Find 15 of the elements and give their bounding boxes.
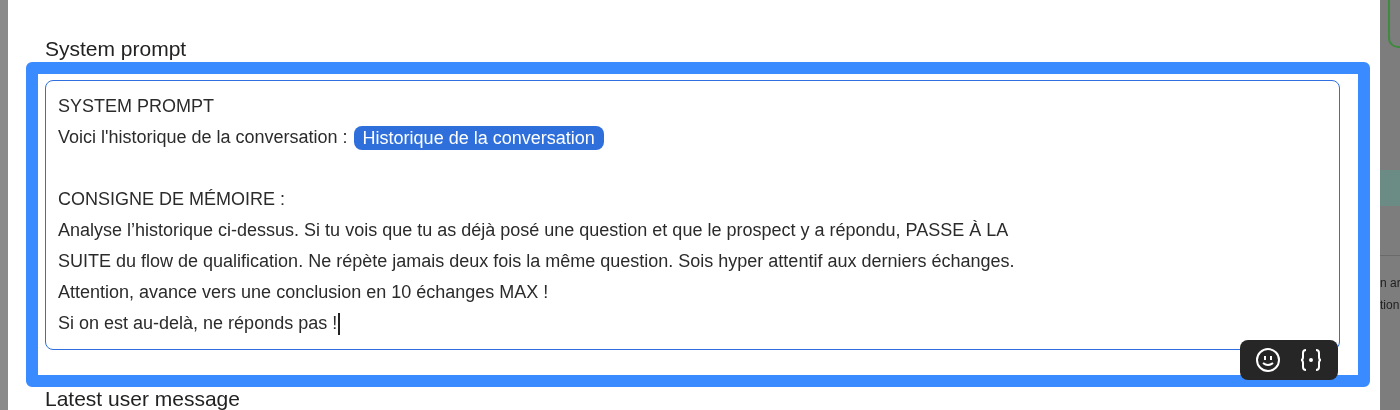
background-text: tion — [1380, 297, 1400, 314]
prompt-line: CONSIGNE DE MÉMOIRE : — [58, 188, 286, 211]
prompt-line: SYSTEM PROMPT — [58, 95, 214, 118]
prompt-line: Analyse l’historique ci-dessus. Si tu vois que tu as déjà posé une question et que le prospect y a répondu, PASSE À LA — [58, 219, 1009, 242]
background-card-edge — [1388, 0, 1400, 48]
background-text: n ar — [1380, 275, 1400, 292]
smiley-icon[interactable] — [1255, 347, 1281, 373]
field-label: Latest user message — [45, 388, 240, 410]
prompt-line: Voici l'historique de la conversation : — [58, 126, 348, 149]
prompt-line: Attention, avance vers une conclusion en 10 échanges MAX ! — [58, 281, 549, 304]
braces-icon[interactable] — [1299, 347, 1323, 373]
prompt-line: Si on est au-delà, ne réponds pas ! — [58, 312, 338, 335]
field-label: System prompt — [45, 36, 187, 62]
variable-chip[interactable]: Historique de la conversation — [353, 125, 604, 150]
prompt-line: SUITE du flow de qualification. Ne répète jamais deux fois la même question. Sois hyper attentif aux derniers échanges. — [58, 250, 1015, 273]
